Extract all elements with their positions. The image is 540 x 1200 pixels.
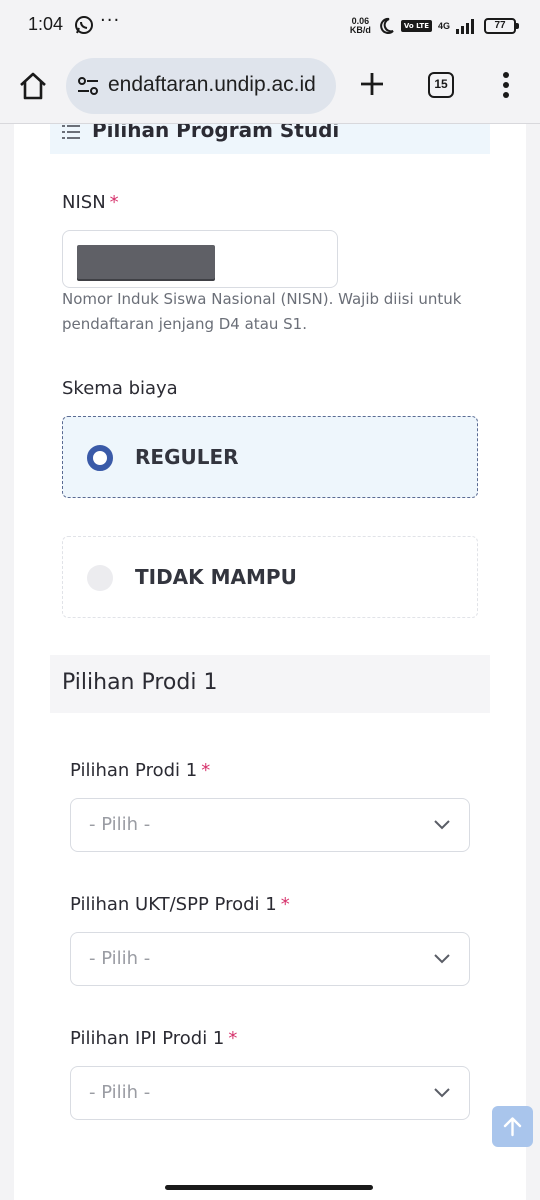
prodi-1-label: Pilihan Prodi 1 *	[70, 760, 211, 781]
new-tab-icon[interactable]	[358, 70, 386, 98]
more-menu-icon[interactable]	[494, 70, 518, 100]
prodi-1-select[interactable]: - Pilih -	[70, 798, 470, 852]
ukt-spp-prodi-1-select[interactable]: - Pilih -	[70, 932, 470, 986]
chevron-down-icon	[434, 820, 450, 830]
select-placeholder: - Pilih -	[89, 1082, 151, 1103]
status-time: 1:04	[28, 14, 64, 34]
redacted-value	[77, 245, 215, 279]
select-placeholder: - Pilih -	[89, 948, 151, 969]
chevron-down-icon	[434, 1088, 450, 1098]
moon-icon	[380, 17, 394, 34]
radio-tidak-mampu[interactable]	[87, 565, 113, 591]
chevron-down-icon	[434, 954, 450, 964]
address-bar[interactable]: endaftaran.undip.ac.id	[66, 58, 336, 114]
required-marker: *	[109, 192, 119, 213]
skema-biaya-label: Skema biaya	[62, 378, 178, 399]
select-placeholder: - Pilih -	[89, 814, 151, 835]
arrow-up-icon	[503, 1117, 522, 1137]
nisn-label: NISN *	[62, 192, 119, 213]
list-icon	[62, 125, 80, 139]
section-header-program-studi: Pilihan Program Studi	[50, 124, 490, 154]
option-label: REGULER	[135, 445, 239, 469]
nisn-field[interactable]	[62, 230, 338, 288]
section-title: Pilihan Prodi 1	[62, 670, 218, 695]
battery-icon: 77	[484, 18, 519, 34]
option-tidak-mampu[interactable]: TIDAK MAMPU	[62, 536, 478, 618]
radio-reguler[interactable]	[87, 445, 113, 471]
more-notifications-icon: ···	[100, 10, 121, 31]
browser-toolbar: endaftaran.undip.ac.id 15	[0, 52, 540, 124]
url-text[interactable]: endaftaran.undip.ac.id	[108, 73, 316, 97]
gesture-bar	[165, 1185, 373, 1190]
scroll-to-top-button[interactable]	[492, 1106, 533, 1147]
ipi-prodi-1-label: Pilihan IPI Prodi 1 *	[70, 1028, 238, 1049]
network-type: 4G	[437, 21, 450, 31]
status-right: 0.06 KB/d Vo LTE 4G 77	[349, 14, 519, 38]
ipi-prodi-1-select[interactable]: - Pilih -	[70, 1066, 470, 1120]
status-bar: 1:04 ··· 0.06 KB/d Vo LTE 4G 77	[0, 0, 540, 52]
nisn-help-text: Nomor Induk Siswa Nasional (NISN). Wajib…	[62, 290, 462, 333]
required-marker: *	[228, 1028, 238, 1049]
required-marker: *	[280, 894, 290, 915]
signal-icon	[456, 19, 474, 34]
option-label: TIDAK MAMPU	[135, 565, 297, 589]
whatsapp-icon	[75, 16, 93, 34]
ukt-spp-prodi-1-label: Pilihan UKT/SPP Prodi 1 *	[70, 894, 290, 915]
option-reguler[interactable]: REGULER	[62, 416, 478, 498]
site-settings-icon[interactable]	[76, 74, 100, 98]
page-content: Pilihan Program Studi NISN * Nomor Induk …	[0, 124, 540, 1200]
volte-icon: Vo LTE	[400, 20, 432, 32]
tab-switcher-button[interactable]: 15	[428, 72, 454, 98]
network-speed: 0.06 KB/d	[349, 16, 371, 35]
home-icon[interactable]	[18, 71, 48, 101]
section-header-prodi-1: Pilihan Prodi 1	[50, 655, 490, 713]
section-title: Pilihan Program Studi	[92, 124, 340, 142]
required-marker: *	[201, 760, 211, 781]
